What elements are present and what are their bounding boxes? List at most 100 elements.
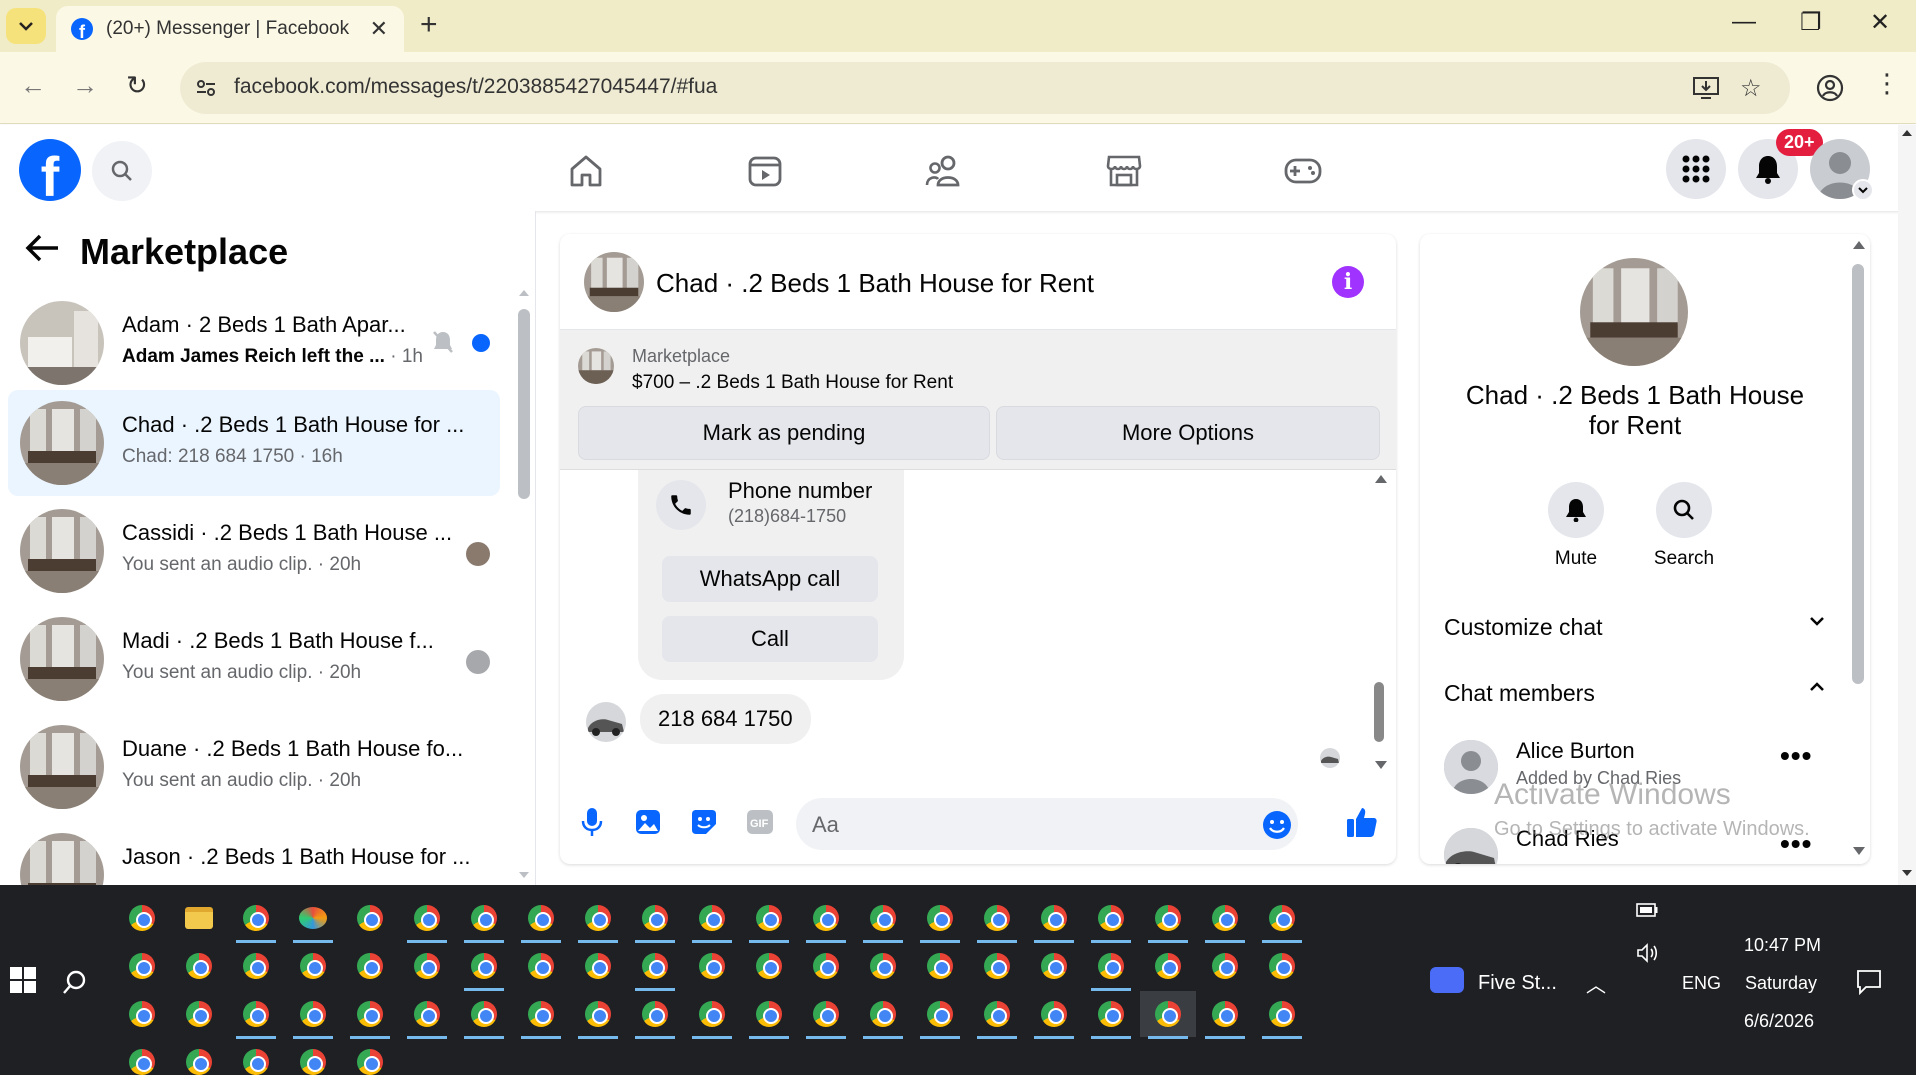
nav-friends[interactable]	[916, 143, 972, 199]
scroll-up-icon[interactable]	[1901, 129, 1913, 137]
page-scrollbar[interactable]	[1898, 125, 1916, 885]
taskbar-app-chrome[interactable]	[969, 991, 1025, 1039]
zoom-app-label[interactable]: Five St...	[1478, 972, 1557, 995]
conversation-item[interactable]: Cassidi · .2 Beds 1 Bath House ... You s…	[8, 498, 500, 604]
profile-icon[interactable]	[1816, 74, 1844, 102]
taskbar-app-chrome[interactable]	[1083, 895, 1139, 943]
emoji-icon[interactable]	[1262, 810, 1292, 840]
taskbar-app-chrome[interactable]	[399, 991, 455, 1039]
clock-date[interactable]: 6/6/2026	[1744, 1011, 1814, 1032]
conversation-item[interactable]: Chad · .2 Beds 1 Bath House for ... Chad…	[8, 390, 500, 496]
taskbar-app-chrome[interactable]	[741, 943, 797, 989]
forward-button[interactable]: →	[72, 70, 98, 101]
info-icon[interactable]: i	[1332, 266, 1364, 298]
search-in-conversation-button[interactable]	[1656, 482, 1712, 538]
taskbar-app-chrome[interactable]	[798, 991, 854, 1039]
back-button[interactable]: ←	[20, 70, 46, 101]
nav-gaming[interactable]	[1275, 143, 1331, 199]
taskbar-app-chrome[interactable]	[912, 943, 968, 989]
taskbar-app-chrome[interactable]	[684, 991, 740, 1039]
taskbar-app-chrome[interactable]	[228, 991, 284, 1039]
account-chevron[interactable]	[1852, 179, 1874, 201]
bookmark-star-icon[interactable]: ☆	[1740, 74, 1762, 103]
taskbar-app-chrome[interactable]	[1254, 943, 1310, 989]
scroll-down-icon[interactable]	[1901, 869, 1913, 877]
new-tab-button[interactable]: +	[420, 8, 438, 42]
taskbar-app-chrome[interactable]	[912, 895, 968, 943]
taskbar-app-chrome[interactable]	[1197, 991, 1253, 1039]
windows-start-icon[interactable]	[10, 967, 36, 993]
taskbar-app-chrome[interactable]	[228, 943, 284, 989]
taskbar-app-chrome[interactable]	[1083, 991, 1139, 1039]
back-arrow-icon[interactable]	[24, 233, 60, 263]
taskbar-app-chrome[interactable]	[171, 991, 227, 1037]
mute-button[interactable]	[1548, 482, 1604, 538]
notification-center-icon[interactable]	[1856, 969, 1882, 995]
taskbar-app-chrome[interactable]	[855, 943, 911, 989]
browser-tab[interactable]: f (20+) Messenger | Facebook ✕	[56, 6, 404, 52]
taskbar-app-chrome[interactable]	[627, 895, 683, 943]
close-window-button[interactable]: ✕	[1870, 8, 1890, 37]
minimize-button[interactable]: —	[1732, 8, 1756, 36]
scroll-down-icon[interactable]	[518, 871, 530, 879]
taskbar-app-chrome[interactable]	[342, 1039, 398, 1085]
taskbar-app-chrome[interactable]	[1254, 895, 1310, 943]
taskbar-app-chrome[interactable]	[285, 991, 341, 1039]
gif-button[interactable]: GIF	[742, 804, 778, 840]
taskbar-app-chrome[interactable]	[456, 991, 512, 1039]
taskbar-app-chrome[interactable]	[114, 991, 170, 1037]
taskbar-app-chrome[interactable]	[684, 943, 740, 989]
mark-pending-button[interactable]: Mark as pending	[578, 406, 990, 460]
facebook-logo[interactable]: f	[19, 139, 81, 201]
taskbar-app-chrome[interactable]	[399, 895, 455, 943]
taskbar-app-chrome[interactable]	[342, 943, 398, 989]
member-avatar[interactable]	[1444, 740, 1498, 794]
message-bubble[interactable]: 218 684 1750	[640, 694, 811, 744]
sidebar-scrollbar[interactable]	[518, 309, 530, 499]
taskbar-app-chrome[interactable]	[1140, 895, 1196, 943]
chat-scrollbar[interactable]	[1374, 682, 1384, 742]
conversation-item[interactable]: Duane · .2 Beds 1 Bath House fo... You s…	[8, 714, 500, 820]
taskbar-app-chrome[interactable]	[1254, 991, 1310, 1039]
taskbar-app-chrome[interactable]	[171, 943, 227, 989]
taskbar-app-chrome[interactable]	[1197, 895, 1253, 943]
taskbar-app-chrome[interactable]	[1026, 943, 1082, 989]
panel-scrollbar[interactable]	[1852, 264, 1864, 684]
taskbar-app-folder[interactable]	[171, 895, 227, 941]
taskbar-app-chrome[interactable]	[798, 895, 854, 943]
taskbar-app-chrome[interactable]	[570, 943, 626, 989]
chat-avatar[interactable]	[584, 252, 644, 312]
taskbar-app-chrome[interactable]	[570, 991, 626, 1039]
taskbar-app-chrome[interactable]	[342, 895, 398, 941]
taskbar-app-chrome[interactable]	[1026, 895, 1082, 943]
taskbar-search-icon[interactable]	[62, 969, 88, 995]
mute-action[interactable]: Mute	[1536, 482, 1616, 570]
member-name[interactable]: Alice Burton	[1516, 738, 1635, 764]
member-avatar[interactable]	[1444, 828, 1498, 864]
taskbar-app-chrome[interactable]	[399, 943, 455, 989]
language-indicator[interactable]: ENG	[1682, 973, 1721, 994]
whatsapp-call-button[interactable]: WhatsApp call	[662, 556, 878, 602]
taskbar-app-chrome[interactable]	[456, 943, 512, 991]
taskbar-app-chrome[interactable]	[171, 1039, 227, 1085]
more-options-button[interactable]: More Options	[996, 406, 1380, 460]
attach-photo-button[interactable]	[630, 804, 666, 840]
scroll-up-icon[interactable]	[1374, 474, 1388, 484]
taskbar-app-chrome[interactable]	[513, 895, 569, 943]
conversation-item[interactable]: Adam · 2 Beds 1 Bath Apar... Adam James …	[8, 290, 500, 396]
battery-icon[interactable]	[1636, 903, 1658, 917]
conversation-item[interactable]: Madi · .2 Beds 1 Bath House f... You sen…	[8, 606, 500, 712]
site-settings-icon[interactable]	[194, 76, 218, 100]
nav-watch[interactable]	[737, 143, 793, 199]
message-input[interactable]: Aa	[796, 798, 1298, 850]
taskbar-app-chrome[interactable]	[114, 1039, 170, 1085]
clock-day[interactable]: Saturday	[1745, 973, 1817, 994]
omnibox[interactable]: facebook.com/messages/t/2203885427045447…	[180, 62, 1790, 114]
chat-members-row[interactable]: Chat members	[1444, 680, 1824, 707]
taskbar-app-chrome[interactable]	[513, 991, 569, 1039]
taskbar-app-chrome[interactable]	[285, 1039, 341, 1085]
tab-close-icon[interactable]: ✕	[370, 16, 388, 42]
taskbar-app-chrome[interactable]	[798, 943, 854, 989]
taskbar-app-chrome[interactable]	[114, 895, 170, 941]
taskbar-app-chrome[interactable]	[1140, 991, 1196, 1039]
